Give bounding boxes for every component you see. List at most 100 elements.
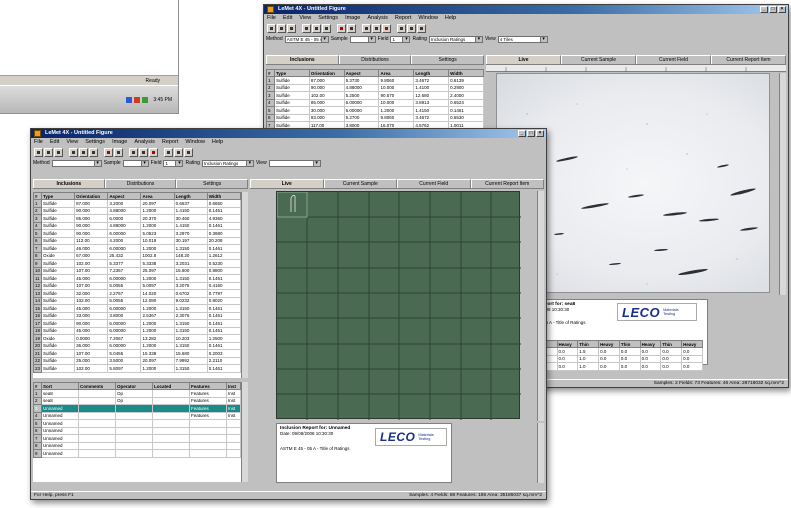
table-row[interactable]: 21 Sulfide 107.00 5.0455 15.338 15.680 0.2003	[33, 349, 241, 358]
table-row[interactable]: 13 Sulfide 32.000 2.2757 14.020 0.6702 0.7797	[33, 289, 241, 298]
menu-analysis[interactable]: Analysis	[367, 14, 387, 22]
maximize-icon[interactable]: □	[527, 130, 535, 137]
sample-row[interactable]: 6 Unnamed	[33, 426, 241, 435]
sample-row[interactable]: 7 Unnamed	[33, 434, 241, 443]
network-icon[interactable]	[134, 97, 141, 103]
menu-report[interactable]: Report	[162, 138, 179, 146]
tab-live[interactable]: Live	[486, 55, 561, 64]
method-select[interactable]	[51, 159, 102, 167]
table-row[interactable]: 3 Sulfide 102.00 5.2500 90.570 12.680 2.4000	[266, 91, 484, 100]
table-row[interactable]: 12 Sulfide 107.00 5.0055 5.0097 3.2076 0.4160	[33, 281, 241, 290]
menu-settings[interactable]: Settings	[85, 138, 105, 146]
paste-icon[interactable]	[322, 23, 331, 33]
table-row[interactable]: 7 Sulfide 46.000 6.00000 1.2000 1.3150 0.1461	[33, 244, 241, 253]
table-row[interactable]: 5 Sulfide 30.000 6.00000 1.2000 1.4150 0.1461	[266, 106, 484, 115]
paste-icon[interactable]	[89, 147, 98, 157]
tile-icon[interactable]	[139, 147, 148, 157]
sample-row[interactable]: 3 Unnamed Features Inst	[33, 404, 241, 413]
cut-icon[interactable]	[302, 23, 311, 33]
save-icon[interactable]	[287, 23, 296, 33]
speaker-icon[interactable]	[126, 97, 133, 103]
view-select[interactable]: 4 Tiles	[497, 35, 548, 43]
table-row[interactable]: 10 Sulfide 107.00 7.2357 25.097 15.600 0.8800	[33, 266, 241, 275]
tab-current-sample[interactable]: Current Sample	[323, 179, 397, 188]
minimize-icon[interactable]: _	[518, 130, 526, 137]
table-row[interactable]: 11 Sulfide 45.000 6.00000 1.2000 1.3150 0.1461	[33, 274, 241, 283]
rating-select[interactable]: Inclusion Ratings	[201, 159, 254, 167]
menu-view[interactable]: View	[66, 138, 78, 146]
table-row[interactable]: 4 Sulfide 85.000 6.00000 10.000 3.8913 0.6524	[266, 98, 484, 107]
capture-icon[interactable]	[114, 147, 123, 157]
new-icon[interactable]	[267, 23, 276, 33]
tab-settings[interactable]: Settings	[176, 179, 249, 188]
menu-view[interactable]: View	[299, 14, 311, 22]
menu-window[interactable]: Window	[418, 14, 438, 22]
help-icon[interactable]	[184, 147, 193, 157]
zoom-icon[interactable]	[397, 23, 406, 33]
table-row[interactable]: 2 Sulfide 90.000 4.88000 10.000 1.4100 0.2900	[266, 83, 484, 92]
table-row[interactable]: 3 Sulfide 85.000 6.0000 20.370 30.460 4.9360	[33, 214, 241, 223]
measure-icon[interactable]	[407, 23, 416, 33]
rating-select[interactable]: Inclusion Ratings	[428, 35, 483, 43]
menu-help[interactable]: Help	[212, 138, 223, 146]
sample-row[interactable]: 9 Unnamed	[33, 449, 241, 458]
table-row[interactable]: 14 Sulfide 102.00 5.0055 12.080 9.0232 0.8020	[33, 296, 241, 305]
table-row[interactable]: 1 Sulfide 87.000 5.3730 9.8060 3.4672 0.6139	[266, 76, 484, 85]
tab-current-field[interactable]: Current Field	[397, 179, 471, 188]
new-icon[interactable]	[34, 147, 43, 157]
tab-current-report-item[interactable]: Current Report Item	[470, 179, 544, 188]
image-scrollbar[interactable]	[779, 73, 786, 295]
field-select[interactable]: 1	[390, 35, 411, 43]
table-row[interactable]: 22 Sulfide 25.000 3.5000 20.097 7.9992 2.2110	[33, 356, 241, 365]
table-row[interactable]: 5 Sulfide 90.000 6.00000 5.0523 3.2970 0.3980	[33, 229, 241, 238]
table-row[interactable]: 17 Sulfide 90.000 6.00000 1.2000 1.3150 0.1461	[33, 319, 241, 328]
stop-icon[interactable]	[149, 147, 158, 157]
sample-row[interactable]: 5 Unnamed	[33, 419, 241, 428]
grid-icon[interactable]	[362, 23, 371, 33]
table-row[interactable]: 6 Sulfide 112.00 4.2000 10.019 30.197 20.208	[33, 236, 241, 245]
tab-distributions[interactable]: Distributions	[338, 55, 412, 64]
tab-live[interactable]: Live	[250, 179, 324, 188]
monitor-icon[interactable]	[142, 97, 149, 103]
close-icon[interactable]: ×	[778, 6, 786, 13]
table-row[interactable]: 8 Oxide 67.000 25.432 1002.8 148.20 1.2612	[33, 251, 241, 260]
save-icon[interactable]	[54, 147, 63, 157]
inclusion-table-scrollbar[interactable]	[241, 192, 248, 378]
open-icon[interactable]	[277, 23, 286, 33]
table-row[interactable]: 2 Sulfide 90.000 4.88000 1.2000 1.4150 0.1461	[33, 206, 241, 215]
maximize-icon[interactable]: □	[769, 6, 777, 13]
table-row[interactable]: 1 Sulfide 87.000 3.2000 20.097 0.6637 0.6650	[33, 199, 241, 208]
sample-select[interactable]	[349, 35, 376, 43]
method-select[interactable]: ASTM E 45 - 05 A	[284, 35, 329, 43]
field-grid-view[interactable]	[276, 191, 521, 420]
stop-icon[interactable]	[382, 23, 391, 33]
menu-file[interactable]: File	[34, 138, 43, 146]
sample-row[interactable]: 4 Unnamed Features Inst	[33, 411, 241, 420]
menu-analysis[interactable]: Analysis	[134, 138, 154, 146]
cut-icon[interactable]	[69, 147, 78, 157]
tab-settings[interactable]: Settings	[411, 55, 485, 64]
sample-row[interactable]: 8 Unnamed	[33, 441, 241, 450]
menu-image[interactable]: Image	[112, 138, 127, 146]
menu-image[interactable]: Image	[345, 14, 360, 22]
help-icon[interactable]	[417, 23, 426, 33]
menu-report[interactable]: Report	[395, 14, 412, 22]
tile-icon[interactable]	[372, 23, 381, 33]
menu-window[interactable]: Window	[185, 138, 205, 146]
close-icon[interactable]: ×	[536, 130, 544, 137]
sample-table-scrollbar[interactable]	[241, 382, 248, 482]
table-row[interactable]: 9 Sulfide 102.00 5.3377 5.3338 3.2031 0.5230	[33, 259, 241, 268]
view-select[interactable]	[268, 159, 321, 167]
table-row[interactable]: 19 Oxide 0.0000 7.2067 13.282 10.203 1.2500	[33, 334, 241, 343]
table-row[interactable]: 16 Sulfide 33.000 3.8000 2.5367 2.3076 0.1461	[33, 311, 241, 320]
copy-icon[interactable]	[312, 23, 321, 33]
menu-file[interactable]: File	[267, 14, 276, 22]
tab-inclusions[interactable]: Inclusions	[266, 55, 339, 64]
tab-distributions[interactable]: Distributions	[104, 179, 177, 188]
menu-edit[interactable]: Edit	[50, 138, 59, 146]
tab-current-field[interactable]: Current Field	[636, 55, 711, 64]
sample-row[interactable]: 2 sea8 Op Features Inst	[33, 396, 241, 405]
window-title-bar[interactable]: LeMet 4X - Untitled Figure _ □ ×	[31, 129, 546, 138]
menu-edit[interactable]: Edit	[283, 14, 292, 22]
sample-row[interactable]: 1 sea8 Op Features Inst	[33, 389, 241, 398]
